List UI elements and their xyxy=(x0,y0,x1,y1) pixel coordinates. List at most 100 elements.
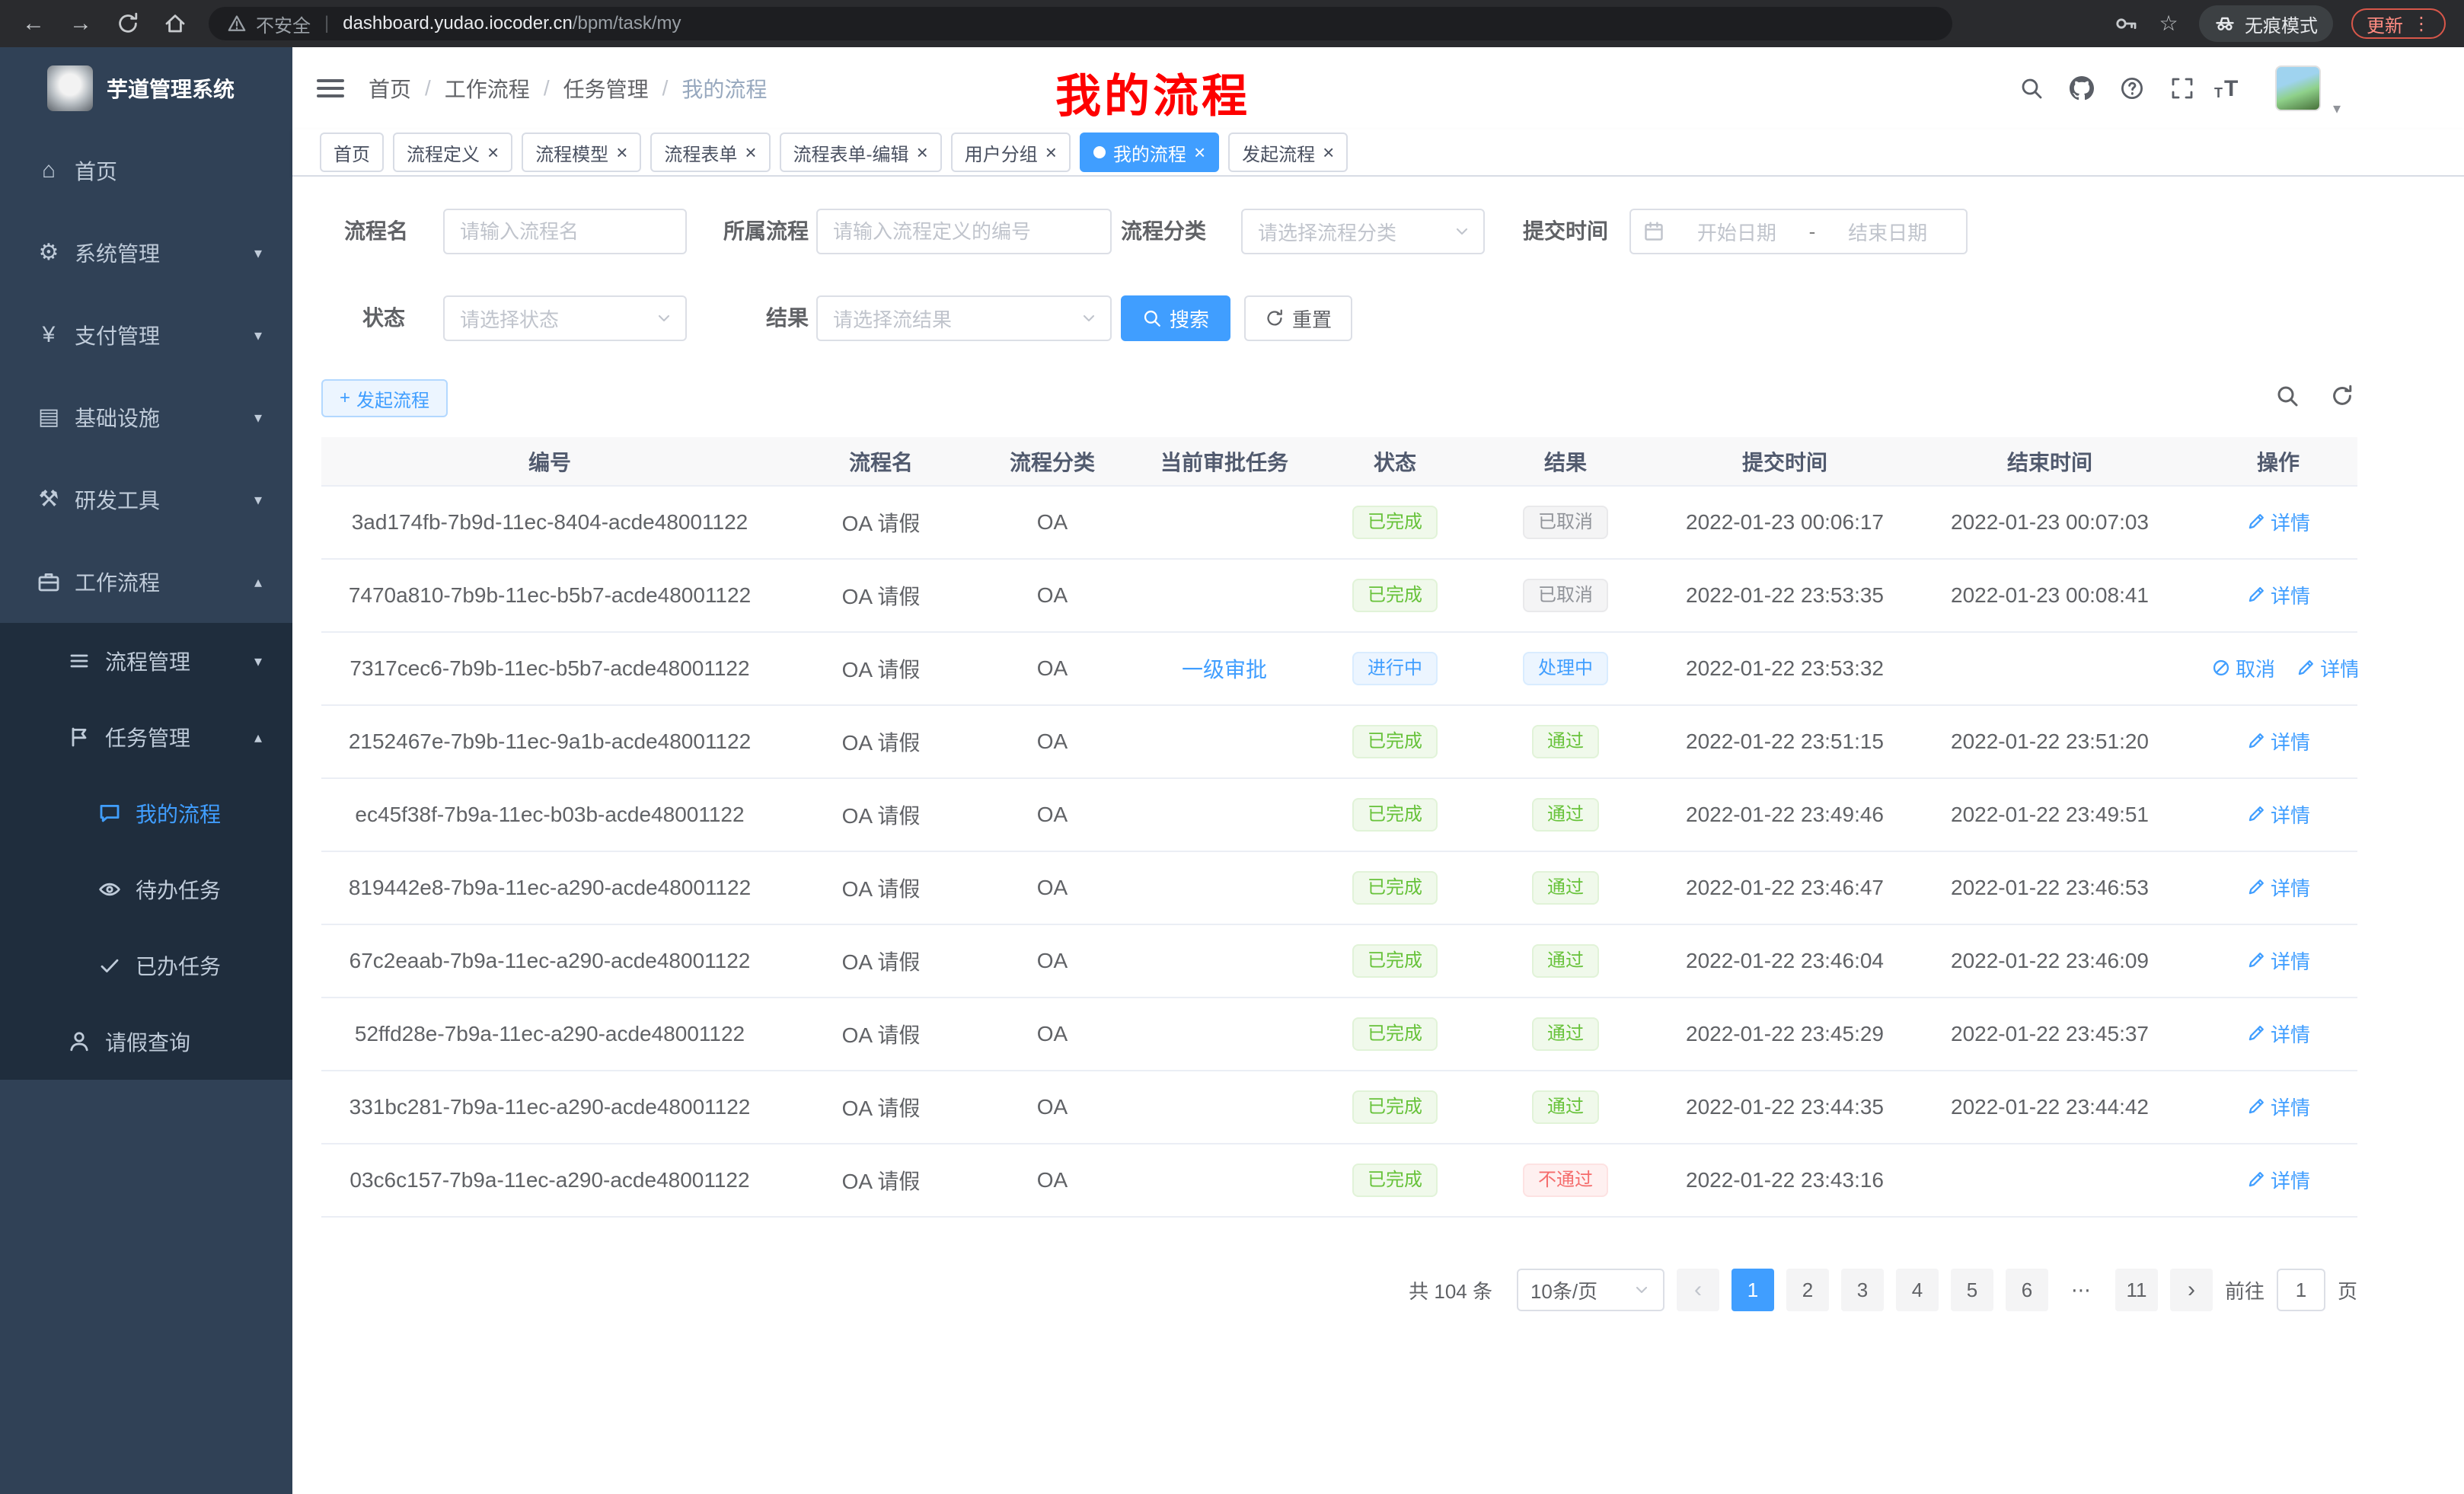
sidebar-item[interactable]: 待办任务 xyxy=(0,851,292,927)
next-page-button[interactable]: › xyxy=(2170,1269,2213,1311)
back-icon[interactable]: ← xyxy=(21,11,46,36)
detail-link[interactable]: 详情 xyxy=(2246,1166,2310,1194)
hamburger-icon[interactable] xyxy=(317,79,344,97)
tab[interactable]: 用户分组 × xyxy=(951,132,1071,172)
detail-link[interactable]: 详情 xyxy=(2246,727,2310,755)
page-button[interactable]: 6 xyxy=(2006,1269,2048,1311)
status-select[interactable]: 请选择状态 xyxy=(443,295,687,341)
detail-link[interactable]: 详情 xyxy=(2246,1093,2310,1121)
process-name-label: 流程名 xyxy=(344,209,408,254)
sidebar-item[interactable]: ▤ 基础设施 ▾ xyxy=(0,376,292,458)
detail-link[interactable]: 详情 xyxy=(2246,800,2310,828)
tab[interactable]: 流程表单-编辑 × xyxy=(780,132,942,172)
detail-link[interactable]: 详情 xyxy=(2246,508,2310,536)
page-button[interactable]: 4 xyxy=(1896,1269,1939,1311)
question-icon[interactable] xyxy=(2120,76,2144,101)
tab[interactable]: 流程表单 × xyxy=(650,132,770,172)
detail-link[interactable]: 详情 xyxy=(2296,654,2357,682)
cell-end-time: 2022-01-23 00:07:03 xyxy=(1901,486,2199,559)
cell-id: 3ad174fb-7b9d-11ec-8404-acde48001122 xyxy=(321,486,778,559)
sidebar-item[interactable]: 我的流程 xyxy=(0,775,292,851)
font-size-icon[interactable]: TT xyxy=(2214,76,2238,101)
create-process-button[interactable]: + 发起流程 xyxy=(321,379,448,417)
cell-process-name: OA 请假 xyxy=(778,559,984,632)
prev-page-button[interactable]: ‹ xyxy=(1677,1269,1719,1311)
sidebar-item[interactable]: 任务管理 ▴ xyxy=(0,699,292,775)
page-size-select[interactable]: 10条/页 xyxy=(1517,1269,1664,1311)
detail-link[interactable]: 详情 xyxy=(2246,947,2310,975)
sidebar-item[interactable]: ¥ 支付管理 ▾ xyxy=(0,294,292,376)
key-icon[interactable] xyxy=(2114,11,2138,36)
sidebar-item[interactable]: ⚙ 系统管理 ▾ xyxy=(0,212,292,294)
show-search-icon[interactable] xyxy=(2275,384,2300,408)
process-name-input[interactable] xyxy=(443,209,687,254)
parent-process-input[interactable] xyxy=(816,209,1112,254)
sidebar-item[interactable]: 请假查询 xyxy=(0,1004,292,1080)
category-select[interactable]: 请选择流程分类 xyxy=(1241,209,1485,254)
sidebar-item[interactable]: ⌂ 首页 xyxy=(0,129,292,212)
update-button[interactable]: 更新 ⋮ xyxy=(2351,8,2446,39)
github-icon[interactable] xyxy=(2070,76,2094,101)
breadcrumb-item[interactable]: 任务管理 xyxy=(563,73,649,104)
result-badge: 通过 xyxy=(1532,1090,1599,1124)
sidebar-item[interactable]: 流程管理 ▾ xyxy=(0,623,292,699)
breadcrumb-item[interactable]: 首页 xyxy=(369,73,411,104)
forward-icon[interactable]: → xyxy=(69,11,93,36)
fullscreen-icon[interactable] xyxy=(2170,76,2194,101)
sidebar-item[interactable]: 已办任务 xyxy=(0,927,292,1004)
close-icon[interactable]: × xyxy=(616,142,627,162)
tab[interactable]: 我的流程 × xyxy=(1080,132,1219,172)
avatar[interactable] xyxy=(2275,65,2321,111)
incognito-badge: 无痕模式 xyxy=(2199,5,2333,42)
cell-status: 已完成 xyxy=(1328,924,1462,998)
search-icon[interactable] xyxy=(2019,76,2044,101)
page-button[interactable]: 11 xyxy=(2115,1269,2158,1311)
tab-label: 我的流程 xyxy=(1113,139,1186,166)
cell-category: OA xyxy=(984,705,1121,778)
close-icon[interactable]: × xyxy=(1045,142,1057,162)
close-icon[interactable]: × xyxy=(1194,142,1205,162)
address-bar[interactable]: 不安全 | dashboard.yudao.iocoder.cn/bpm/tas… xyxy=(209,7,1952,40)
result-badge: 已取消 xyxy=(1523,579,1608,612)
page-button[interactable]: 2 xyxy=(1786,1269,1829,1311)
close-icon[interactable]: × xyxy=(745,142,756,162)
date-range-picker[interactable]: 开始日期 - 结束日期 xyxy=(1629,209,1968,254)
menu-icon: ⌂ xyxy=(37,158,61,183)
sidebar-item[interactable]: ⚒ 研发工具 ▾ xyxy=(0,458,292,541)
status-badge: 已完成 xyxy=(1352,1017,1438,1051)
menu-icon xyxy=(67,725,91,749)
close-icon[interactable]: × xyxy=(917,142,928,162)
cell-id: 819442e8-7b9a-11ec-a290-acde48001122 xyxy=(321,851,778,924)
tab[interactable]: 流程定义 × xyxy=(393,132,512,172)
close-icon[interactable]: × xyxy=(1323,142,1334,162)
result-select[interactable]: 请选择流结果 xyxy=(816,295,1112,341)
star-icon[interactable]: ☆ xyxy=(2156,11,2181,36)
cell-result: 处理中 xyxy=(1462,632,1669,705)
current-task-link[interactable]: 一级审批 xyxy=(1182,658,1267,682)
sidebar-logo[interactable]: 芋道管理系统 xyxy=(0,47,292,129)
breadcrumb-item[interactable]: 工作流程 xyxy=(445,73,530,104)
tab[interactable]: 发起流程 × xyxy=(1228,132,1348,172)
cell-current-task xyxy=(1121,998,1328,1071)
cancel-link[interactable]: 取消 xyxy=(2211,654,2275,682)
cell-status: 已完成 xyxy=(1328,705,1462,778)
refresh-table-icon[interactable] xyxy=(2330,384,2354,408)
home-icon[interactable] xyxy=(163,11,187,36)
chevron-icon: ▾ xyxy=(254,326,262,345)
reset-button[interactable]: 重置 xyxy=(1244,295,1352,341)
chevron-down-icon[interactable]: ▾ xyxy=(2333,99,2341,118)
detail-link[interactable]: 详情 xyxy=(2246,873,2310,902)
page-button[interactable]: 1 xyxy=(1732,1269,1774,1311)
tab[interactable]: 首页 xyxy=(320,132,384,172)
detail-link[interactable]: 详情 xyxy=(2246,581,2310,609)
reload-icon[interactable] xyxy=(116,11,140,36)
page-button[interactable]: 5 xyxy=(1951,1269,1993,1311)
tab[interactable]: 流程模型 × xyxy=(522,132,641,172)
goto-page-input[interactable] xyxy=(2277,1269,2325,1311)
page-button[interactable]: ⋯ xyxy=(2060,1269,2103,1311)
close-icon[interactable]: × xyxy=(487,142,499,162)
detail-link[interactable]: 详情 xyxy=(2246,1020,2310,1048)
search-button[interactable]: 搜索 xyxy=(1121,295,1230,341)
sidebar-item[interactable]: 工作流程 ▴ xyxy=(0,541,292,623)
page-button[interactable]: 3 xyxy=(1841,1269,1884,1311)
